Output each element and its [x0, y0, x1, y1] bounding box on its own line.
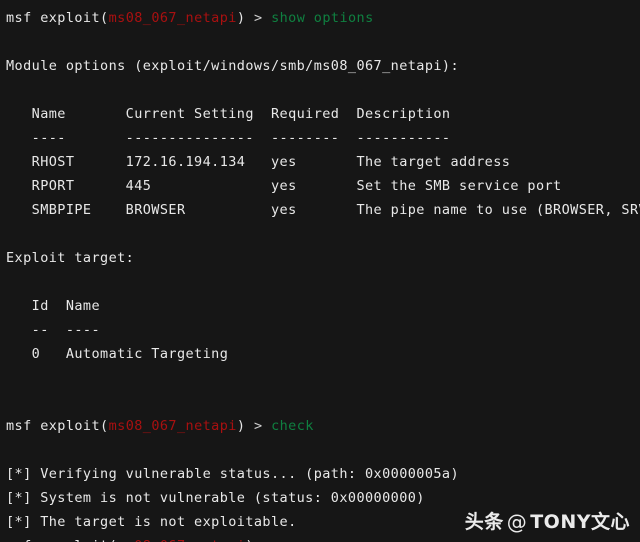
prompt-line-final: msf exploit(ms08_067_netapi) > — [6, 534, 640, 542]
module-name: ms08_067_netapi — [108, 10, 237, 26]
paren-open: ( — [100, 10, 109, 26]
paren-open: ( — [109, 538, 118, 542]
table-row: RPORT 445 yes Set the SMB service port — [6, 178, 562, 194]
module-options-header: Module options (exploit/windows/smb/ms08… — [6, 58, 460, 74]
prompt-arrow-icon: > — [253, 418, 263, 434]
prompt-space-2 — [263, 10, 272, 26]
prompt-prefix: msf exploit — [6, 538, 109, 542]
prompt-line-check: msf exploit(ms08_067_netapi) > check — [6, 414, 640, 438]
options-table-column-headers: Name Current Setting Required Descriptio… — [6, 106, 451, 122]
prompt-space-1 — [245, 10, 254, 26]
table-row: RHOST 172.16.194.134 yes The target addr… — [6, 154, 511, 170]
output-line-verifying: [*] Verifying vulnerable status... (path… — [6, 466, 460, 482]
prompt-space-2 — [263, 418, 272, 434]
table-row: 0 Automatic Targeting — [6, 346, 229, 362]
module-name: ms08_067_netapi — [117, 538, 245, 542]
paren-open: ( — [100, 418, 109, 434]
prompt-arrow-icon: > — [253, 10, 263, 26]
prompt-line-show-options: msf exploit(ms08_067_netapi) > show opti… — [6, 6, 640, 30]
output-line-not-exploitable: [*] The target is not exploitable. — [6, 514, 297, 530]
command-check: check — [271, 418, 314, 434]
target-table-column-headers: Id Name — [6, 298, 101, 314]
prompt-prefix: msf exploit — [6, 418, 101, 434]
output-line-not-vulnerable: [*] System is not vulnerable (status: 0x… — [6, 490, 425, 506]
terminal-window[interactable]: msf exploit(ms08_067_netapi) > show opti… — [0, 0, 640, 542]
command-show-options: show options — [271, 10, 374, 26]
prompt-space-1 — [245, 418, 254, 434]
prompt-arrow-icon: > — [262, 538, 271, 542]
table-row: SMBPIPE BROWSER yes The pipe name to use… — [6, 202, 640, 218]
options-table-separator: ---- --------------- -------- ----------… — [6, 130, 451, 146]
exploit-target-header: Exploit target: — [6, 250, 135, 266]
prompt-prefix: msf exploit — [6, 10, 101, 26]
module-name: ms08_067_netapi — [108, 418, 237, 434]
target-table-separator: -- ---- — [6, 322, 101, 338]
paren-close: ) — [245, 538, 254, 542]
